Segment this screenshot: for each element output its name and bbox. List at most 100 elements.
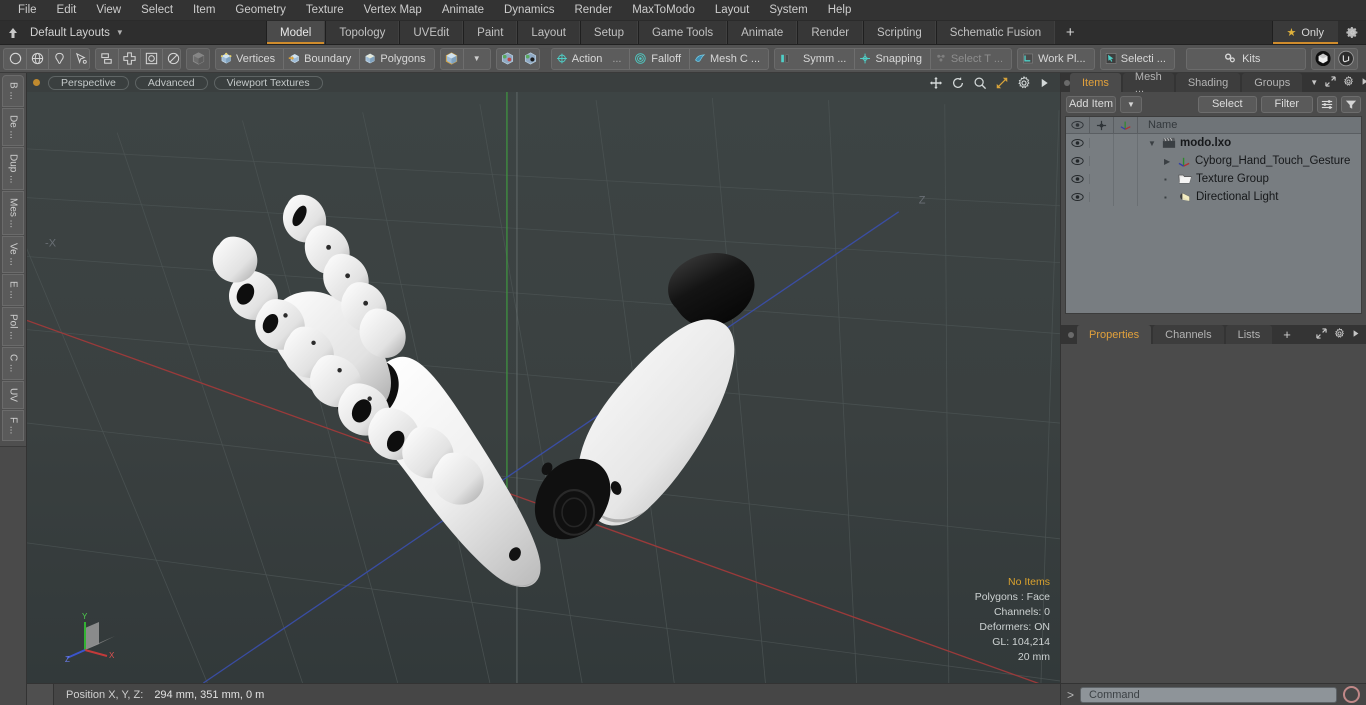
row-visibility-toggle[interactable] — [1066, 174, 1090, 184]
gear-icon[interactable] — [1334, 327, 1345, 342]
panel-menu-dot-icon[interactable] — [1064, 325, 1077, 344]
tab-mesh-ops[interactable]: Mesh ... — [1122, 71, 1174, 95]
add-tab-button[interactable]: + — [1055, 21, 1086, 44]
home-layout-icon[interactable] — [0, 21, 26, 44]
add-item-button[interactable]: Add Item — [1066, 95, 1116, 113]
play-icon[interactable] — [1039, 77, 1050, 89]
table-row[interactable]: ▼ modo.lxo — [1066, 134, 1361, 152]
tab-groups[interactable]: Groups — [1242, 73, 1303, 92]
left-tab-vertex[interactable]: Ve ... — [2, 236, 24, 273]
kits-button[interactable]: Kits — [1187, 49, 1301, 69]
polygons-button[interactable]: Polygons — [359, 48, 433, 69]
menu-item-file[interactable]: File — [8, 0, 47, 21]
row-visibility-toggle[interactable] — [1066, 192, 1090, 202]
row-transform-cell[interactable] — [1114, 134, 1138, 152]
material-cube-b-icon[interactable] — [518, 48, 539, 69]
tab-shading[interactable]: Shading — [1175, 73, 1241, 92]
disclosure-closed-icon[interactable]: ▶ — [1164, 157, 1174, 166]
row-lock-cell[interactable] — [1090, 170, 1114, 188]
snapping-button[interactable]: Snapping — [854, 48, 930, 69]
row-lock-cell[interactable] — [1090, 134, 1114, 152]
row-lock-cell[interactable] — [1090, 152, 1114, 170]
play-icon[interactable] — [1352, 329, 1360, 341]
menu-item-system[interactable]: System — [759, 0, 817, 21]
table-row[interactable]: ▪ Directional Light — [1066, 188, 1361, 206]
menu-item-help[interactable]: Help — [818, 0, 862, 21]
row-visibility-toggle[interactable] — [1066, 156, 1090, 166]
3d-viewport[interactable]: -X Z No Items Polygons: Face Channels: … — [27, 92, 1060, 683]
expand-icon[interactable] — [1325, 75, 1336, 90]
table-row[interactable]: ▶ Cyborg_Hand_Touch_Gesture — [1066, 152, 1361, 170]
row-transform-cell[interactable] — [1114, 152, 1138, 170]
tab-scripting[interactable]: Scripting — [863, 21, 936, 44]
cube-icon[interactable] — [187, 49, 208, 69]
left-tab-curve[interactable]: C ... — [2, 347, 24, 380]
tab-render[interactable]: Render — [797, 21, 864, 44]
action-center-button[interactable]: Action ... — [552, 49, 630, 69]
layout-selector[interactable]: Default Layouts ▼ — [26, 21, 266, 44]
viewport-shading-mode[interactable]: Advanced — [134, 75, 208, 90]
viewport-view-mode[interactable]: Perspective — [48, 75, 129, 90]
list-item[interactable]: ▶ Cyborg_Hand_Touch_Gesture — [1138, 155, 1350, 168]
list-item[interactable]: ▪ Texture Group — [1138, 173, 1269, 185]
rotate-icon[interactable] — [951, 76, 965, 90]
list-item[interactable]: ▪ Directional Light — [1138, 191, 1278, 204]
gear-icon[interactable] — [1338, 21, 1366, 44]
menu-item-maxtomodo[interactable]: MaxToModo — [622, 0, 705, 21]
boundary-button[interactable]: Boundary — [283, 48, 359, 69]
tab-topology[interactable]: Topology — [325, 21, 400, 44]
row-transform-cell[interactable] — [1114, 188, 1138, 206]
circle-select-icon[interactable] — [4, 49, 26, 69]
menu-item-geometry[interactable]: Geometry — [225, 0, 296, 21]
tab-lists[interactable]: Lists — [1225, 325, 1273, 344]
falloff-button[interactable]: Falloff — [629, 48, 689, 69]
tab-setup[interactable]: Setup — [579, 21, 638, 44]
modo-logo-icon[interactable] — [1312, 49, 1334, 69]
tab-channels[interactable]: Channels — [1153, 325, 1224, 344]
left-tab-uv[interactable]: UV — [2, 380, 24, 409]
tab-layout[interactable]: Layout — [517, 21, 580, 44]
menu-item-dynamics[interactable]: Dynamics — [494, 0, 564, 21]
tab-uvedit[interactable]: UVEdit — [399, 21, 464, 44]
row-lock-cell[interactable] — [1090, 188, 1114, 206]
add-properties-tab-button[interactable]: + — [1274, 325, 1300, 344]
command-input[interactable]: Command — [1080, 686, 1337, 703]
globe-select-icon[interactable] — [26, 48, 48, 69]
box-icon[interactable] — [139, 48, 162, 69]
chevron-down-icon[interactable]: ▼ — [1310, 78, 1318, 87]
menu-item-vertex-map[interactable]: Vertex Map — [354, 0, 432, 21]
unreal-logo-icon[interactable] — [1333, 48, 1357, 69]
work-plane-button[interactable]: Work Pl... — [1018, 49, 1094, 69]
tab-game-tools[interactable]: Game Tools — [637, 21, 728, 44]
menu-item-select[interactable]: Select — [131, 0, 183, 21]
left-tab-duplicate[interactable]: Dup ... — [2, 146, 24, 191]
gear-icon[interactable] — [1343, 75, 1354, 90]
menu-item-animate[interactable]: Animate — [432, 0, 494, 21]
left-tab-basic[interactable]: B ... — [2, 75, 24, 107]
left-tab-deform[interactable]: De ... — [2, 107, 24, 146]
circle-icon[interactable] — [161, 48, 181, 69]
mode-cube-icon[interactable] — [441, 49, 463, 69]
list-item[interactable]: ▼ modo.lxo — [1138, 137, 1231, 149]
left-tab-polygon[interactable]: Pol ... — [2, 306, 24, 347]
zoom-icon[interactable] — [973, 76, 987, 90]
row-transform-cell[interactable] — [1114, 170, 1138, 188]
menu-item-render[interactable]: Render — [564, 0, 622, 21]
expand-icon[interactable] — [1316, 327, 1327, 342]
record-circle-icon[interactable] — [1343, 686, 1360, 703]
tab-model[interactable]: Model — [266, 21, 326, 44]
menu-item-texture[interactable]: Texture — [296, 0, 354, 21]
list-options-icon[interactable] — [1317, 95, 1337, 113]
menu-item-edit[interactable]: Edit — [47, 0, 87, 21]
left-tab-mesh[interactable]: Mes ... — [2, 191, 24, 236]
symmetry-button[interactable]: Symm ... — [775, 49, 854, 69]
selection-set-button[interactable]: Selecti ... — [1101, 49, 1174, 69]
chevron-down-icon[interactable]: ▼ — [462, 48, 490, 69]
lasso-select-icon[interactable] — [48, 48, 70, 69]
menu-item-item[interactable]: Item — [183, 0, 225, 21]
connected-icon[interactable] — [96, 49, 118, 69]
mesh-constraint-button[interactable]: Mesh C ... — [689, 48, 768, 69]
select-through-button[interactable]: Select T ... — [929, 48, 1011, 69]
paint-select-icon[interactable] — [70, 48, 89, 69]
gear-icon[interactable] — [1017, 75, 1031, 90]
